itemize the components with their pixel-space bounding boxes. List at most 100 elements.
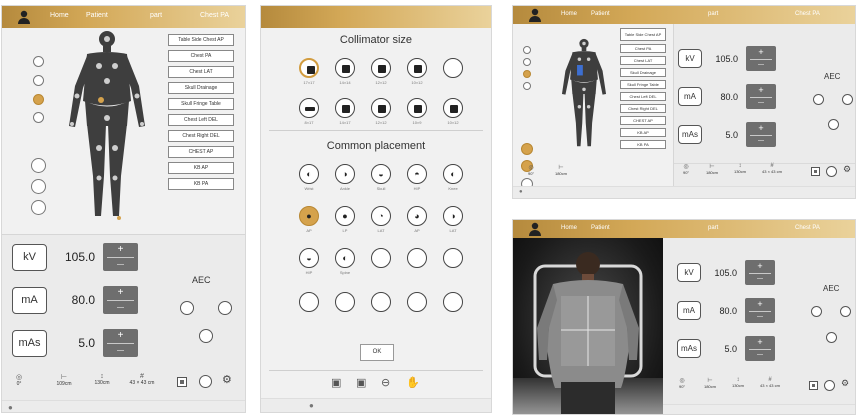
aec-right-chamber[interactable] [840,306,851,317]
head-region-icon[interactable] [523,46,531,54]
placement-button[interactable]: ◒ HIP [295,248,323,275]
collimator-size-button[interactable]: 10×12 [439,98,467,125]
plus-icon[interactable]: + [746,124,776,133]
collimator-size-button[interactable]: 8×17 [295,98,323,125]
placement-button[interactable]: ◑ LAT [439,206,467,233]
placement-button[interactable]: ◕ AP [403,206,431,233]
abdomen-region-icon[interactable] [33,94,44,105]
minus-icon[interactable]: — [746,100,776,106]
plus-icon[interactable]: + [746,86,776,95]
collimator-size-button[interactable]: 10×12 [403,58,431,85]
user-icon[interactable] [527,7,543,23]
protocol-item[interactable]: KB PA [168,178,234,190]
aec-right-chamber[interactable] [218,301,232,315]
placement-button[interactable]: ◒ Skull [367,164,395,191]
chest-region-icon[interactable] [523,58,531,66]
minus-icon[interactable]: — [745,276,775,282]
placement-button[interactable] [367,248,395,268]
grid-toggle-button[interactable] [809,381,818,390]
kv-stepper[interactable]: + — [103,243,138,271]
placement-button[interactable]: ◔ LAT [367,206,395,233]
home-label[interactable]: Home [561,11,577,17]
collimator-size-button[interactable] [439,58,467,80]
collimator-size-button[interactable]: 12×12 [367,98,395,125]
ma-stepper[interactable]: + — [745,298,775,323]
body-diagram[interactable] [555,24,613,164]
collimator-size-button[interactable]: 10×9 [403,98,431,125]
gear-icon[interactable]: ⚙ [222,375,232,386]
protocol-item[interactable]: Skull Fringe Table [168,98,234,110]
placement-button[interactable]: ● AP [295,206,323,233]
ma-stepper[interactable]: + — [746,84,776,109]
body-diagram[interactable] [57,26,157,226]
plus-icon[interactable]: + [103,245,138,255]
placement-button[interactable] [367,292,395,312]
patient-position-icon[interactable] [521,143,533,155]
grid-toggle-button[interactable] [811,167,820,176]
edit-icon[interactable] [31,200,46,215]
protocol-item[interactable]: Skull Drainage [620,68,666,77]
info-button[interactable] [824,380,835,391]
collimator-size-button[interactable]: 17×17 [295,58,323,85]
mas-stepper[interactable]: + — [103,329,138,357]
protocol-item[interactable]: KB AP [168,162,234,174]
protocol-item[interactable]: CHEST AP [168,146,234,158]
gear-icon[interactable]: ⚙ [841,379,849,388]
grid-toggle-button[interactable] [177,377,187,387]
collimator-size-button[interactable]: 14×14 [331,58,359,85]
plus-icon[interactable]: + [746,48,776,57]
protocol-item[interactable]: KB AP [620,128,666,137]
compare-right-icon[interactable]: ▣ [356,378,366,389]
plus-icon[interactable]: + [745,262,775,271]
placement-button[interactable] [439,292,467,312]
ok-button[interactable]: OK [360,344,394,361]
placement-button[interactable]: ◐ Spine [331,248,359,275]
patient-label[interactable]: Patient [591,225,610,231]
protocol-item[interactable]: Chest Right DEL [168,130,234,142]
placement-button[interactable] [295,292,323,312]
aec-right-chamber[interactable] [842,94,853,105]
chest-region-icon[interactable] [33,75,44,86]
collimator-size-button[interactable]: 14×17 [331,98,359,125]
protocol-item[interactable]: Chest Right DEL [620,104,666,113]
aec-center-chamber[interactable] [828,119,839,130]
minus-icon[interactable]: — [745,314,775,320]
chat-icon[interactable]: ● [309,401,314,410]
aec-left-chamber[interactable] [811,306,822,317]
minus-icon[interactable]: — [103,304,138,311]
plus-icon[interactable]: + [103,288,138,298]
protocol-item[interactable]: Chest PA [168,50,234,62]
protocol-item[interactable]: Skull Drainage [168,82,234,94]
placement-button[interactable]: ◐ Knee [439,164,467,191]
protocol-item[interactable]: KB PA [620,140,666,149]
compare-left-icon[interactable]: ▣ [331,378,341,389]
protocol-item[interactable]: Chest LAT [168,66,234,78]
patient-label[interactable]: Patient [86,12,108,19]
placement-button[interactable]: ◓ HIP [403,164,431,191]
mas-stepper[interactable]: + — [745,336,775,361]
gear-icon[interactable]: ⚙ [843,165,851,174]
placement-button[interactable]: ● LP [331,206,359,233]
plus-icon[interactable]: + [745,338,775,347]
kv-stepper[interactable]: + — [746,46,776,71]
kv-stepper[interactable]: + — [745,260,775,285]
placement-button[interactable] [439,248,467,268]
aec-center-chamber[interactable] [199,329,213,343]
home-label[interactable]: Home [561,225,577,231]
aec-left-chamber[interactable] [180,301,194,315]
home-label[interactable]: Home [50,12,69,19]
placement-button[interactable] [403,292,431,312]
user-icon[interactable] [527,221,543,237]
hand-icon[interactable]: ✋ [406,378,420,389]
placement-button[interactable] [331,292,359,312]
chat-icon[interactable]: ● [519,189,523,195]
minus-icon[interactable]: — [746,138,776,144]
info-button[interactable] [199,375,212,388]
protocol-item[interactable]: Skull Fringe Table [620,80,666,89]
protocol-item[interactable]: Chest Left DEL [620,92,666,101]
zoom-icon[interactable]: ⊖ [381,378,390,389]
leg-region-icon[interactable] [33,112,44,123]
leg-region-icon[interactable] [523,82,531,90]
plus-icon[interactable]: + [103,331,138,341]
chat-icon[interactable]: ● [8,403,13,412]
